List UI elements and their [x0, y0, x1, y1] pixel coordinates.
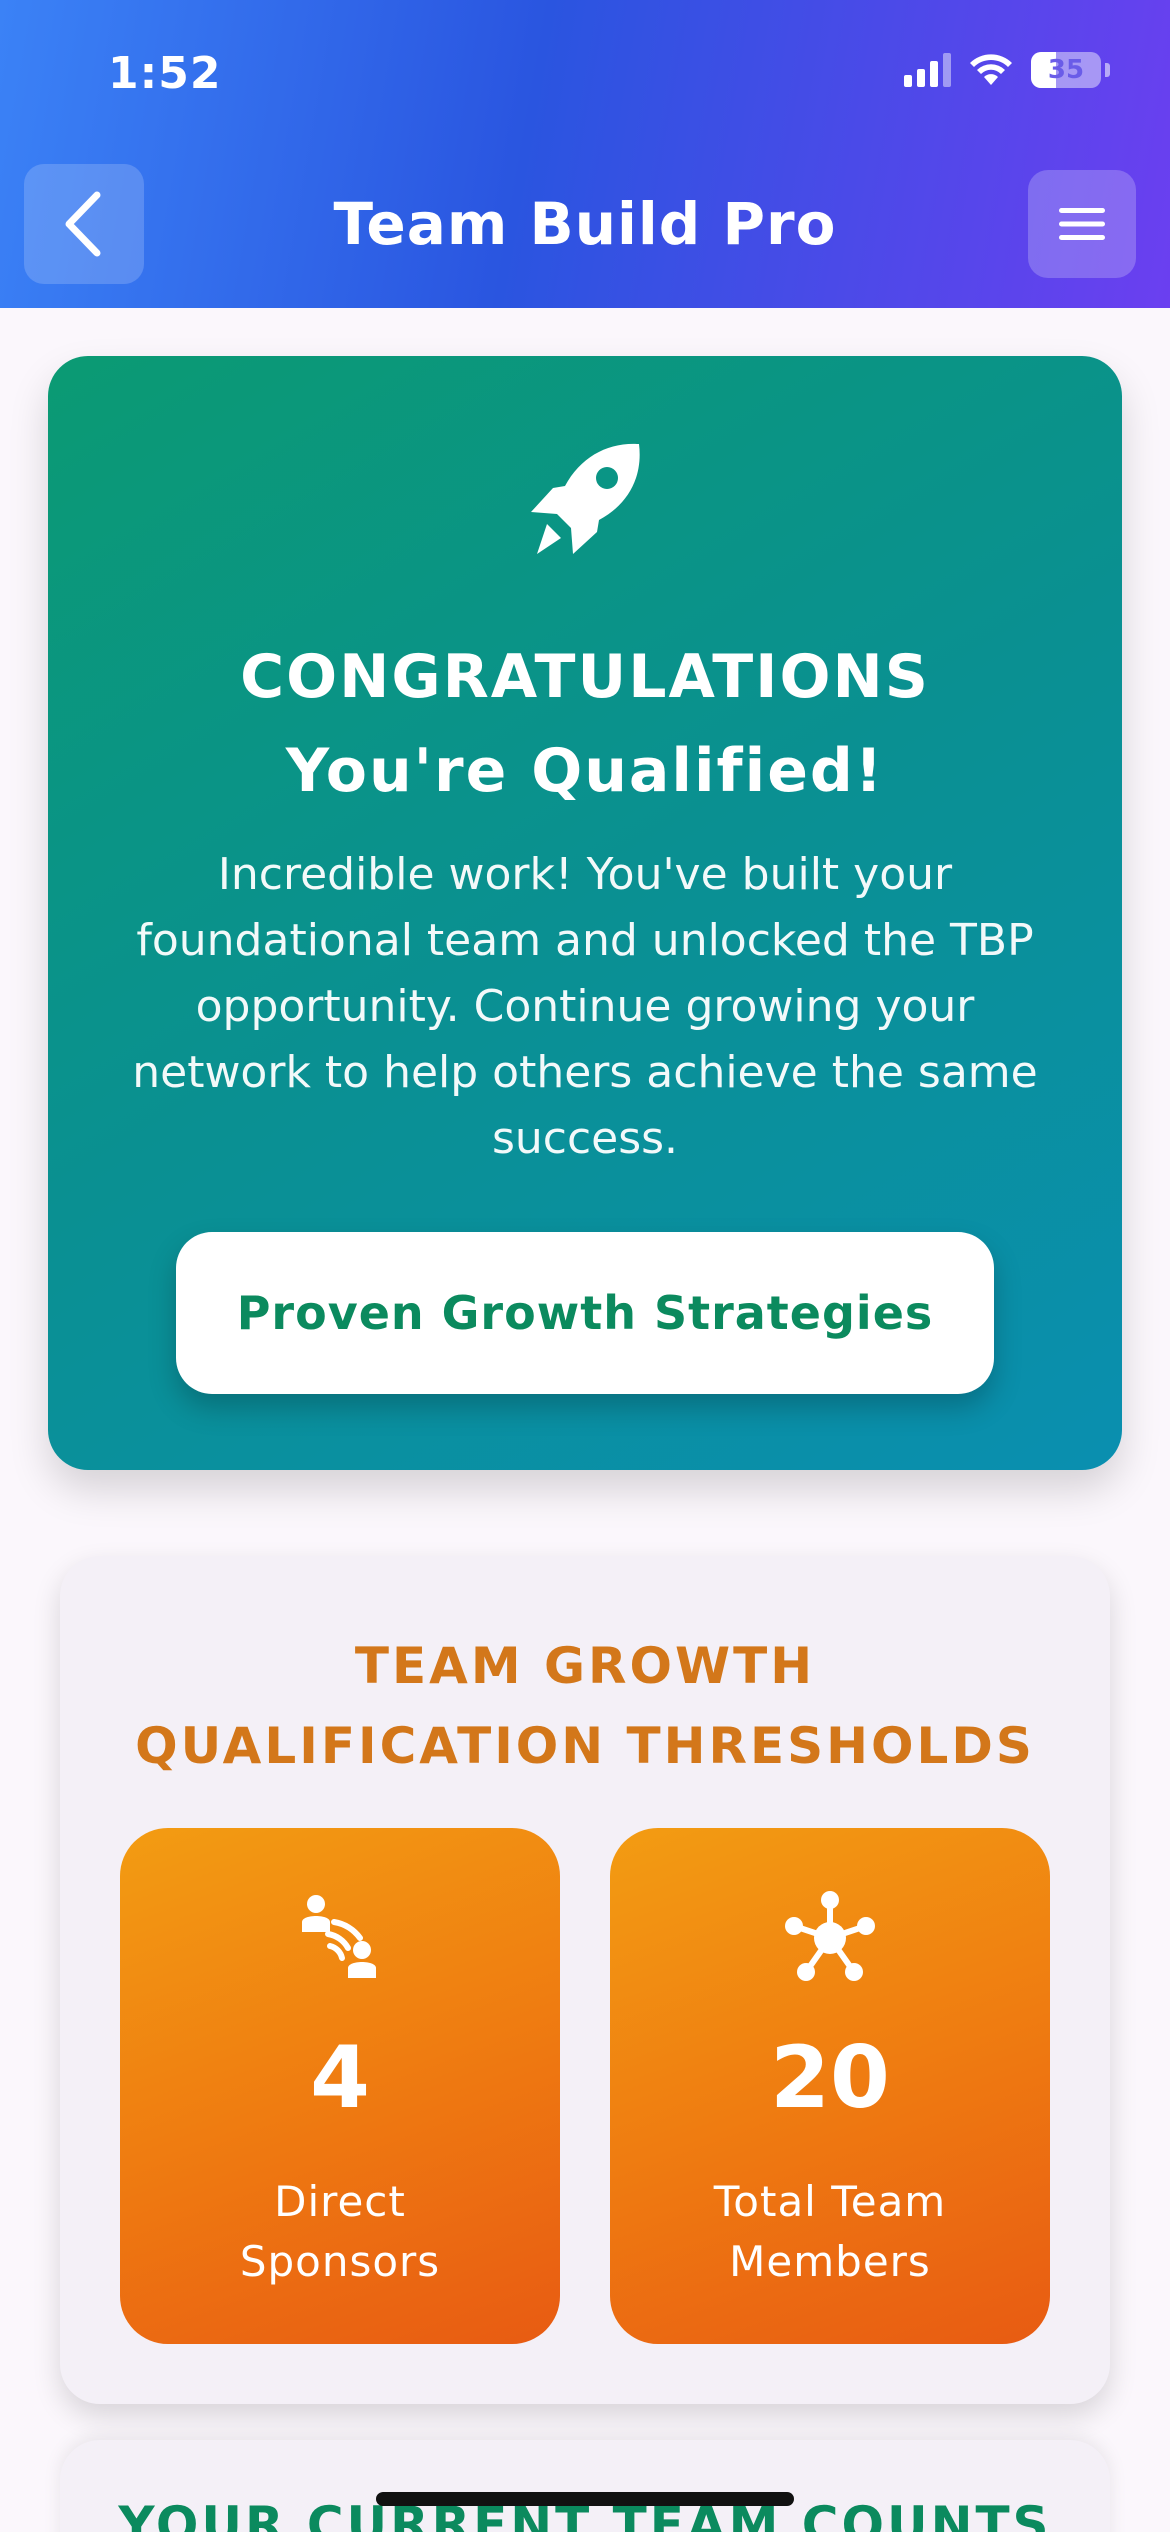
- network-hub-icon: [785, 1891, 875, 1981]
- direct-sponsors-value: 4: [310, 2028, 370, 2128]
- congrats-title-line2: You're Qualified!: [285, 736, 885, 806]
- total-team-members-tile: 20 Total Team Members: [610, 1828, 1050, 2344]
- app-header: 1:52 35 Team Build Pro: [0, 0, 1170, 308]
- status-icons: 35: [904, 52, 1110, 88]
- thresholds-title-line2: QUALIFICATION THRESHOLDS: [135, 1717, 1035, 1775]
- battery-level: 35: [1047, 55, 1085, 85]
- wifi-icon: [970, 54, 1012, 85]
- rocket-icon: [531, 443, 640, 554]
- congrats-title: CONGRATULATIONS You're Qualified!: [48, 630, 1122, 818]
- total-team-members-value: 20: [770, 2028, 890, 2128]
- tile-label-line2: Sponsors: [239, 2237, 441, 2286]
- connect-people-icon: [302, 1895, 376, 1978]
- congrats-message: Incredible work! You've built your found…: [132, 849, 1038, 1164]
- total-team-members-label: Total Team Members: [630, 2172, 1030, 2292]
- congrats-title-line1: CONGRATULATIONS: [240, 642, 930, 712]
- qualified-card: CONGRATULATIONS You're Qualified! Incred…: [48, 356, 1122, 1470]
- battery-tip: [1105, 63, 1110, 77]
- thresholds-title-line1: TEAM GROWTH: [354, 1637, 816, 1695]
- hamburger-menu-icon: [1059, 208, 1105, 240]
- status-time: 1:52: [108, 48, 222, 99]
- proven-growth-strategies-button[interactable]: Proven Growth Strategies: [176, 1232, 994, 1394]
- battery-icon: 35: [1031, 52, 1101, 88]
- home-indicator[interactable]: [376, 2492, 794, 2506]
- menu-button[interactable]: [1028, 170, 1136, 278]
- tile-label-line2: Members: [729, 2237, 931, 2286]
- page-title: Team Build Pro: [333, 190, 837, 258]
- tile-label-line1: Total Team: [713, 2177, 947, 2226]
- current-team-counts-card: YOUR CURRENT TEAM COUNTS: [60, 2440, 1110, 2532]
- direct-sponsors-label: Direct Sponsors: [140, 2172, 540, 2292]
- cellular-signal-icon: [904, 53, 951, 87]
- direct-sponsors-tile: 4 Direct Sponsors: [120, 1828, 560, 2344]
- qualification-thresholds-card: TEAM GROWTH QUALIFICATION THRESHOLDS 4 D…: [60, 1556, 1110, 2404]
- tile-label-line1: Direct: [274, 2177, 406, 2226]
- thresholds-title: TEAM GROWTH QUALIFICATION THRESHOLDS: [60, 1626, 1110, 1786]
